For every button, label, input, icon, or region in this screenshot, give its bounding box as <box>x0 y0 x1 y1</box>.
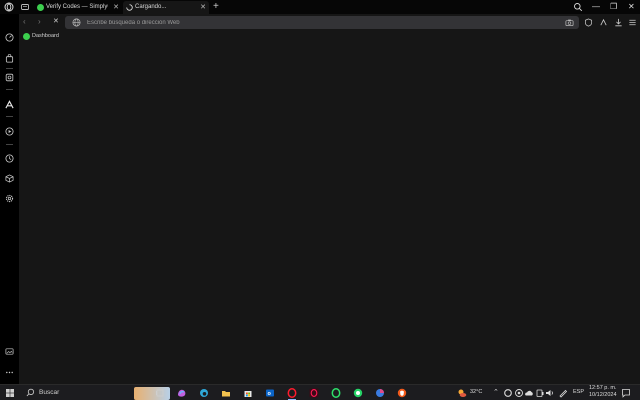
navigation-toolbar: ‹ › ✕ <box>19 14 640 31</box>
download-icon[interactable] <box>614 18 623 27</box>
bookmark-dashboard[interactable]: Dashboard <box>23 33 59 40</box>
minimize-button[interactable]: — <box>592 0 600 13</box>
tab-label: Cargando... <box>135 4 167 10</box>
taskbar-search[interactable]: Buscar <box>20 386 170 400</box>
title-bar: Verify Codes — SimplyCodes ✕ Cargando...… <box>0 0 640 14</box>
settings-gear-icon[interactable] <box>5 194 14 203</box>
opera-gx-icon[interactable] <box>309 388 319 398</box>
notification-center-icon[interactable] <box>621 388 631 398</box>
sidebar-divider <box>6 68 13 69</box>
hamburger-menu-icon[interactable] <box>628 18 637 27</box>
whatsapp-icon[interactable] <box>353 388 363 398</box>
tab-verify-codes[interactable]: Verify Codes — SimplyCodes ✕ <box>34 1 122 14</box>
windows-taskbar: Buscar o 32°C ⌃ ESP 12:57 p. m. 10/12/20… <box>0 384 640 400</box>
close-window-button[interactable]: ✕ <box>628 0 635 13</box>
windows-start-icon[interactable] <box>5 388 15 398</box>
clock-time[interactable]: 12:57 p. m. <box>589 385 617 391</box>
sidebar-divider <box>6 144 13 145</box>
copilot-icon[interactable] <box>177 388 187 398</box>
tab-label: Verify Codes — SimplyCodes <box>46 4 108 10</box>
address-input[interactable] <box>87 17 547 28</box>
sidebar-divider <box>6 89 13 90</box>
file-explorer-icon[interactable] <box>221 388 231 398</box>
globe-icon <box>72 18 81 27</box>
page-viewport <box>19 42 640 384</box>
simplycodes-favicon-icon <box>37 4 44 11</box>
sidebar <box>0 14 19 384</box>
bookmarks-bar: Dashboard <box>19 31 640 42</box>
microsoft-store-icon[interactable] <box>243 388 253 398</box>
drive-tray-icon[interactable] <box>535 388 545 398</box>
workspace-icon[interactable] <box>20 2 30 12</box>
new-tab-button[interactable]: + <box>213 0 219 13</box>
tab-loading[interactable]: Cargando... ✕ <box>123 1 209 14</box>
opera-menu-icon[interactable] <box>4 2 14 12</box>
address-bar[interactable] <box>65 16 579 29</box>
more-options-icon[interactable] <box>5 368 14 377</box>
browser-content-area: ‹ › ✕ Escribe búsqueda o dirección Web D… <box>19 14 640 384</box>
weather-icon[interactable] <box>457 388 467 398</box>
opera-icon[interactable] <box>287 388 297 398</box>
speed-dial-icon[interactable] <box>5 33 14 42</box>
volume-speaker-icon[interactable] <box>545 388 555 398</box>
input-language[interactable]: ESP <box>573 389 584 395</box>
loading-spinner-icon <box>126 4 133 11</box>
onedrive-cloud-icon[interactable] <box>524 388 534 398</box>
close-tab-icon[interactable]: ✕ <box>200 1 206 14</box>
back-button[interactable]: ‹ <box>23 17 26 27</box>
aria-icon[interactable] <box>5 100 14 109</box>
clock-date[interactable]: 10/12/2024 <box>589 392 617 398</box>
extensions-cube-icon[interactable] <box>5 174 14 183</box>
simplycodes-favicon-icon <box>23 33 30 40</box>
search-icon <box>26 388 35 397</box>
image-gallery-icon[interactable] <box>5 347 14 356</box>
opera-tray-icon[interactable] <box>503 388 513 398</box>
outlook-icon[interactable]: o <box>265 388 275 398</box>
weather-temperature[interactable]: 32°C <box>470 389 482 395</box>
vpn-shield-icon[interactable] <box>584 18 593 27</box>
maximize-button[interactable]: ❐ <box>610 0 617 13</box>
task-view-icon[interactable] <box>155 388 165 398</box>
history-icon[interactable] <box>5 154 14 163</box>
bookmark-label: Dashboard <box>32 33 59 39</box>
edge-browser-icon[interactable] <box>199 388 209 398</box>
player-icon[interactable] <box>5 73 14 82</box>
stop-loading-button[interactable]: ✕ <box>53 17 59 27</box>
easy-setup-icon[interactable] <box>599 18 608 27</box>
search-tabs-icon[interactable] <box>573 2 583 12</box>
snapshot-camera-icon[interactable] <box>565 18 574 27</box>
brave-browser-icon[interactable] <box>397 388 407 398</box>
photos-app-icon[interactable] <box>375 388 385 398</box>
show-hidden-icons-chevron-icon[interactable]: ⌃ <box>493 388 499 396</box>
sidebar-divider <box>6 116 13 117</box>
forward-button[interactable]: › <box>38 17 41 27</box>
music-player-icon[interactable] <box>5 127 14 136</box>
shopping-icon[interactable] <box>5 54 14 63</box>
pen-tray-icon[interactable] <box>558 388 568 398</box>
opera-green-icon[interactable] <box>331 388 341 398</box>
record-tray-icon[interactable] <box>514 388 524 398</box>
search-label: Buscar <box>39 389 60 396</box>
close-tab-icon[interactable]: ✕ <box>113 1 119 14</box>
